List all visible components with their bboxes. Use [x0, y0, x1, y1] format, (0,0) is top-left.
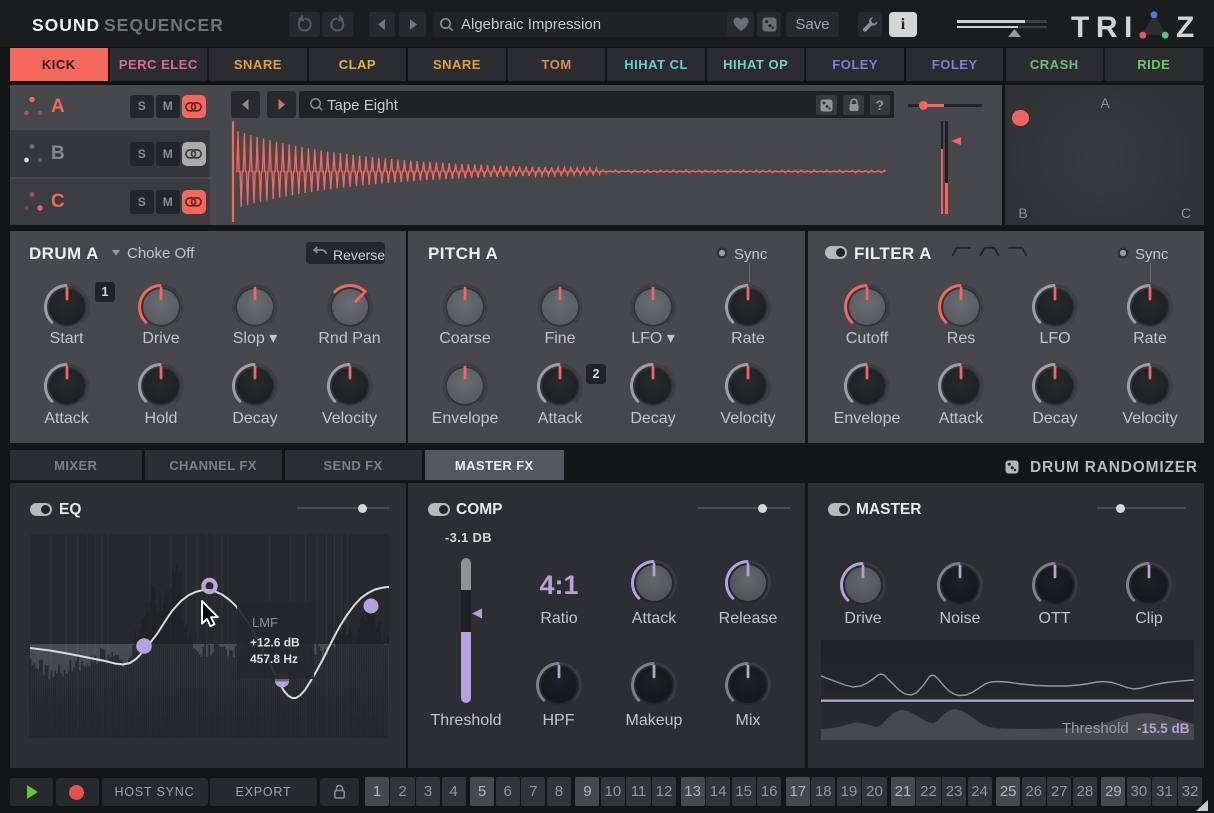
svg-text:457.8 Hz: 457.8 Hz — [250, 652, 298, 666]
svg-text:+12.6 dB: +12.6 dB — [250, 636, 300, 650]
svg-text:LMF: LMF — [252, 615, 278, 630]
